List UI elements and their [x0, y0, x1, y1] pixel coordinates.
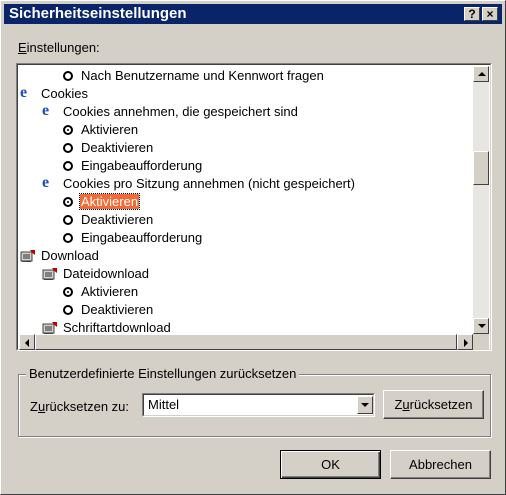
horizontal-scroll-thumb[interactable] [35, 334, 457, 350]
tree-item-subcategory[interactable]: Schriftartdownload [41, 319, 171, 334]
tree-item-radio[interactable]: Deaktivieren [63, 301, 153, 319]
scroll-up-button[interactable] [473, 66, 489, 82]
close-button[interactable]: × [482, 7, 498, 21]
tree-item-radio[interactable]: Deaktivieren [63, 211, 153, 229]
tree-item-label: Cookies annehmen, die gespeichert sind [63, 104, 298, 119]
reset-group-title: Benutzerdefinierte Einstellungen zurücks… [26, 366, 300, 381]
tree-item-label: Download [41, 248, 99, 263]
tree-item-radio-highlighted[interactable]: Aktivieren [63, 193, 141, 211]
help-button[interactable]: ? [464, 7, 480, 21]
tree-item-label-selected: Aktivieren [78, 193, 141, 210]
ie-icon: e [42, 102, 50, 119]
combo-dropdown-button[interactable] [357, 396, 373, 414]
ok-button[interactable]: OK [280, 450, 381, 479]
scroll-down-button[interactable] [473, 318, 489, 334]
ie-icon: e [20, 84, 28, 101]
tree-item-label: Cookies [41, 86, 88, 101]
tree-item-label: Dateidownload [63, 266, 150, 281]
tree-item-label: Deaktivieren [81, 212, 154, 227]
reset-button[interactable]: Zurücksetzen [383, 390, 484, 419]
reset-level-combo[interactable]: Mittel [142, 393, 375, 417]
download-icon [20, 249, 36, 263]
radio-button-selected[interactable] [63, 197, 73, 207]
tree-item-subcategory[interactable]: e Cookies annehmen, die gespeichert sind [41, 102, 298, 121]
radio-button[interactable] [63, 71, 73, 81]
settings-label-mnemonic: E [18, 40, 27, 55]
tree-item-label: Aktivieren [81, 122, 139, 137]
settings-label-rest: instellungen: [26, 40, 100, 55]
radio-button[interactable] [63, 215, 73, 225]
radio-button[interactable] [63, 161, 73, 171]
window-title: Sicherheitseinstellungen [9, 5, 187, 22]
tree-item-label: Aktivieren [81, 284, 139, 299]
tree-item-radio[interactable]: Eingabeaufforderung [63, 157, 202, 175]
scroll-thumb[interactable] [473, 151, 489, 185]
tree-item-subcategory[interactable]: Dateidownload [41, 265, 149, 283]
vertical-scrollbar[interactable] [473, 66, 489, 334]
radio-button[interactable] [63, 233, 73, 243]
tree-item-label: Cookies pro Sitzung annehmen (nicht gesp… [63, 176, 355, 191]
tree-item-radio[interactable]: Deaktivieren [63, 139, 153, 157]
tree-item-category[interactable]: e Cookies [19, 84, 88, 103]
tree-item-radio[interactable]: Aktivieren [63, 283, 138, 301]
settings-tree-box: Nach Benutzername und Kennwort fragen e … [16, 63, 492, 351]
scroll-right-button[interactable] [457, 334, 473, 350]
cancel-button[interactable]: Abbrechen [390, 450, 491, 479]
tree-item-label: Eingabeaufforderung [81, 158, 203, 173]
tree-item-label: Eingabeaufforderung [81, 230, 203, 245]
scrollbar-corner [473, 334, 489, 350]
settings-label: Einstellungen: [18, 40, 100, 55]
settings-tree[interactable]: Nach Benutzername und Kennwort fragen e … [19, 66, 471, 334]
download-icon [42, 267, 58, 281]
radio-button[interactable] [63, 305, 73, 315]
ie-icon: e [42, 174, 50, 191]
tree-item-radio[interactable]: Nach Benutzername und Kennwort fragen [63, 67, 324, 85]
tree-item-radio[interactable]: Aktivieren [63, 121, 138, 139]
security-settings-dialog: Sicherheitseinstellungen ? × Einstellung… [0, 0, 506, 495]
tree-item-radio[interactable]: Eingabeaufforderung [63, 229, 202, 247]
reset-to-label: Zurücksetzen zu: [30, 399, 130, 414]
title-bar[interactable]: Sicherheitseinstellungen ? × [4, 4, 502, 24]
tree-item-category[interactable]: Download [19, 247, 99, 265]
download-icon [42, 321, 58, 334]
tree-item-label: Deaktivieren [81, 302, 154, 317]
settings-tree-inner: Nach Benutzername und Kennwort fragen e … [17, 64, 491, 350]
radio-button-selected[interactable] [63, 287, 73, 297]
horizontal-scrollbar[interactable] [19, 334, 473, 350]
tree-item-label: Nach Benutzername und Kennwort fragen [81, 68, 324, 83]
scroll-left-button[interactable] [19, 334, 35, 350]
reset-level-value: Mittel [148, 397, 180, 412]
radio-button-selected[interactable] [63, 125, 73, 135]
tree-item-subcategory[interactable]: e Cookies pro Sitzung annehmen (nicht ge… [41, 174, 355, 193]
tree-item-label: Schriftartdownload [63, 320, 171, 334]
radio-button[interactable] [63, 143, 73, 153]
tree-item-label: Deaktivieren [81, 140, 154, 155]
